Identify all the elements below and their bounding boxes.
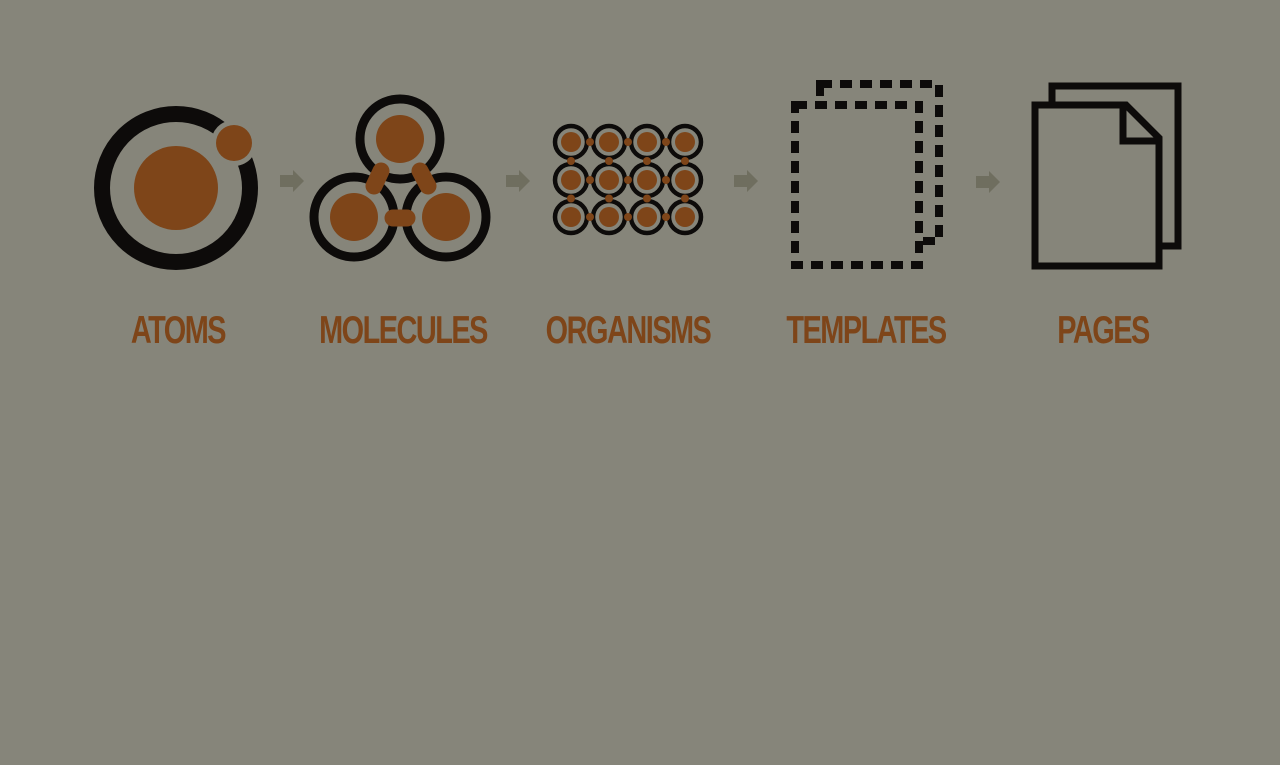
organism-grid-icon	[552, 123, 704, 236]
molecule-icon	[309, 94, 491, 262]
arrow-right-icon	[280, 170, 304, 192]
stage-label-organisms: ORGANISMS	[545, 309, 712, 352]
stage-label-molecules: MOLECULES	[319, 309, 488, 352]
pages-icon	[1031, 82, 1182, 270]
stage-label-templates: TEMPLATES	[786, 309, 947, 352]
arrow-right-icon	[734, 170, 758, 192]
stage-label-atoms: ATOMS	[130, 309, 227, 352]
atomic-design-diagram	[94, 80, 1182, 270]
arrow-right-icon	[976, 171, 1000, 193]
arrow-right-icon	[506, 170, 530, 192]
dashed-template-icon	[791, 80, 943, 269]
stage-label-pages: PAGES	[1057, 309, 1150, 352]
atom-icon	[94, 106, 258, 270]
